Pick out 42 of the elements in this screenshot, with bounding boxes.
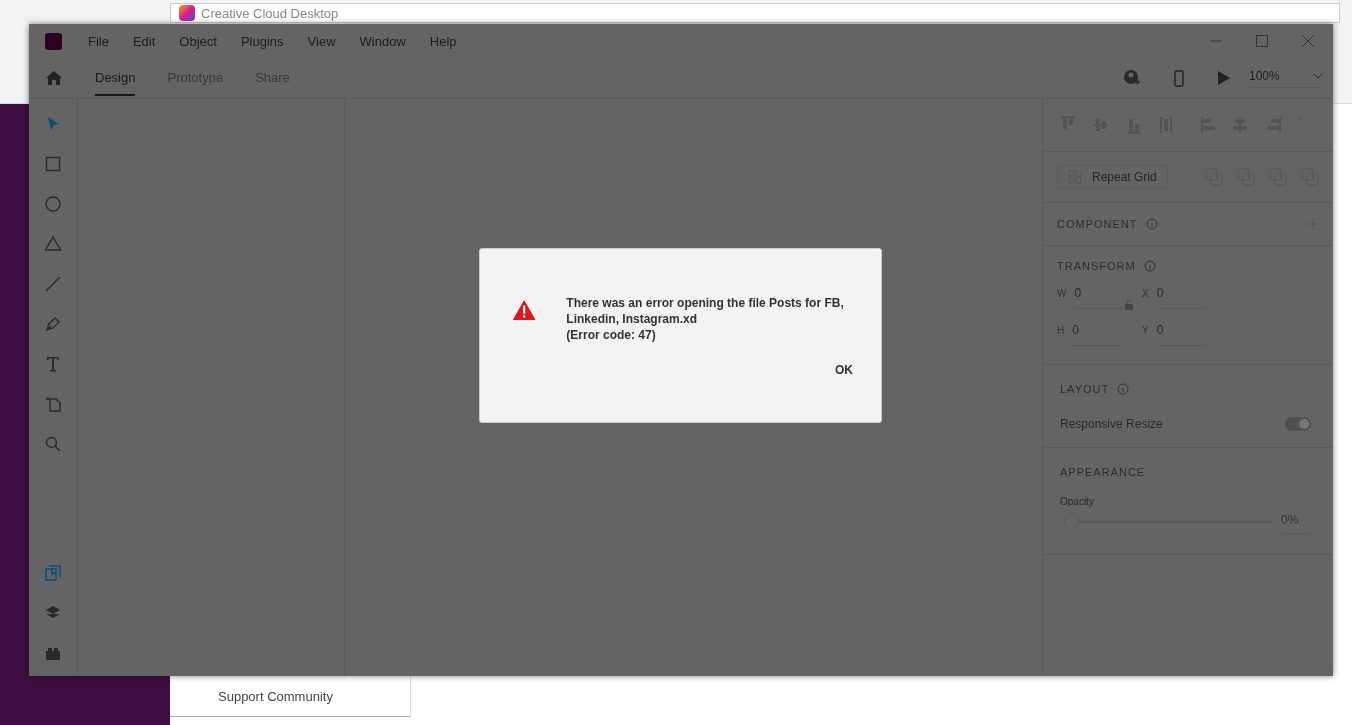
- lock-icon[interactable]: [1125, 300, 1133, 310]
- zoom-tool-icon[interactable]: [44, 435, 62, 453]
- ok-button[interactable]: OK: [829, 359, 859, 381]
- pen-tool-icon[interactable]: [44, 315, 62, 333]
- text-tool-icon[interactable]: [44, 355, 62, 373]
- assets-panel-icon[interactable]: [44, 564, 62, 582]
- menu-item[interactable]: Edit: [132, 33, 156, 49]
- repeat-grid-button[interactable]: Repeat Grid: [1057, 165, 1168, 189]
- field-label: Opacity: [1060, 496, 1095, 507]
- input-field[interactable]: 0: [1074, 286, 1123, 309]
- info-icon[interactable]: [1145, 218, 1158, 230]
- menu-item[interactable]: File: [88, 33, 109, 49]
- menu-item[interactable]: View: [307, 33, 336, 49]
- mode-tab[interactable]: Design: [95, 60, 136, 96]
- menu-item[interactable]: Help: [429, 33, 457, 49]
- home-icon[interactable]: [45, 70, 63, 86]
- app-logo-icon: [45, 32, 62, 50]
- input-field[interactable]: 0: [1072, 323, 1121, 346]
- toggle-switch[interactable]: [1285, 417, 1311, 431]
- zoom-dropdown[interactable]: 100%: [1249, 68, 1323, 88]
- line-tool-icon[interactable]: [44, 275, 62, 293]
- rectangle-tool-icon[interactable]: [44, 155, 62, 173]
- app-logo-icon: [179, 5, 195, 21]
- close-icon[interactable]: [1301, 34, 1315, 48]
- error-message: There was an error opening the file Posts for FB, Linkedin, Instagram.xd: [566, 295, 845, 327]
- polygon-tool-icon[interactable]: [44, 235, 62, 253]
- maximize-icon[interactable]: [1255, 34, 1269, 48]
- mobile-device-icon[interactable]: [1174, 69, 1184, 87]
- menu-item[interactable]: Window: [359, 33, 406, 49]
- option-label: Responsive Resize: [1060, 417, 1163, 431]
- ellipse-tool-icon[interactable]: [44, 195, 62, 213]
- artboard-tool-icon[interactable]: [44, 395, 62, 413]
- error-code: (Error code: 47): [566, 327, 657, 343]
- menu-item[interactable]: Object: [179, 33, 217, 49]
- user-add-icon[interactable]: [1123, 69, 1141, 87]
- chevron-down-icon: [1313, 72, 1323, 79]
- play-icon[interactable]: [1217, 70, 1231, 86]
- support-link[interactable]: Support Community: [218, 688, 333, 704]
- info-icon[interactable]: [1117, 383, 1130, 395]
- menu-item[interactable]: Plugins: [240, 33, 284, 49]
- browser-tab[interactable]: Creative Cloud Desktop: [170, 3, 1340, 23]
- info-icon[interactable]: [1143, 260, 1156, 272]
